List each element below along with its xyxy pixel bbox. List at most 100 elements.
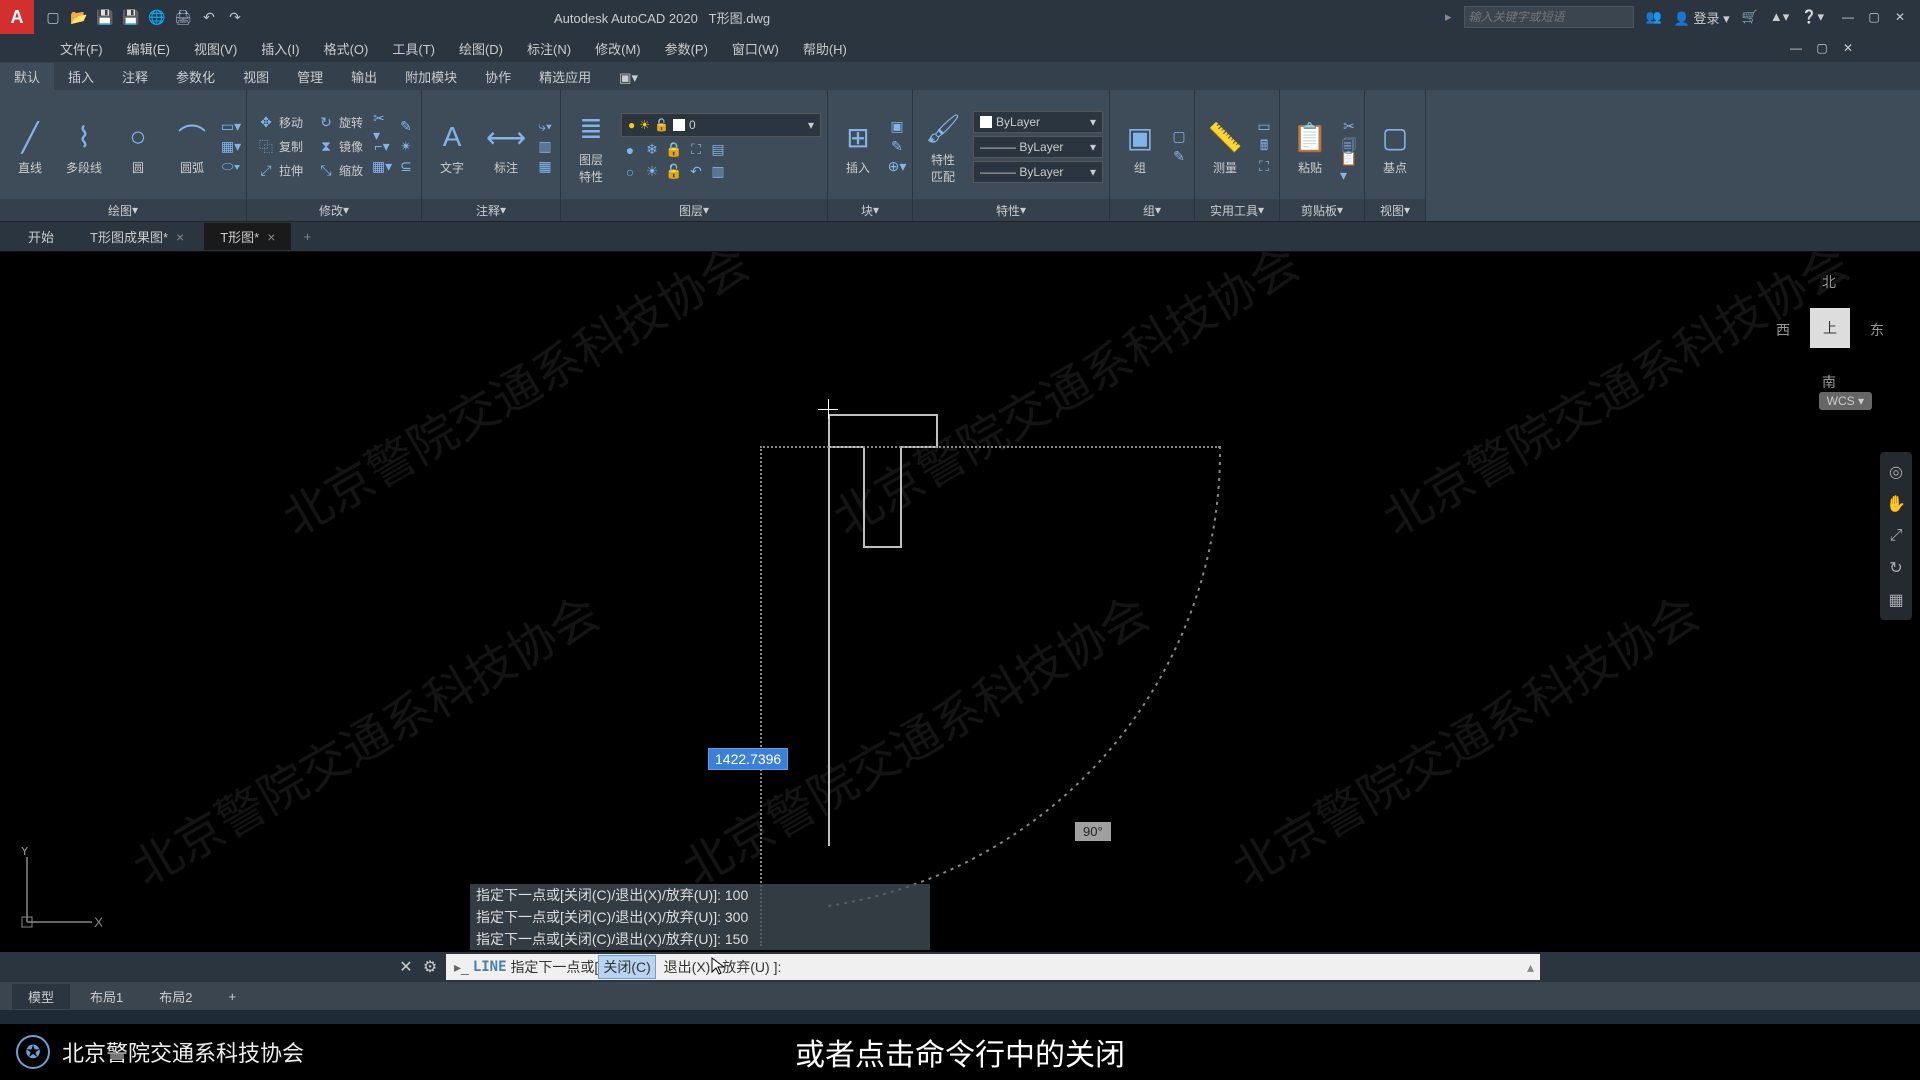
dynamic-input[interactable]: 1422.7396 xyxy=(708,748,788,770)
customize-icon[interactable]: ⚙ xyxy=(420,957,440,977)
create-block-icon[interactable]: ▣ xyxy=(888,118,906,136)
doc-maximize-button[interactable]: ▢ xyxy=(1810,38,1834,58)
minimize-button[interactable]: — xyxy=(1836,7,1860,27)
autodesk-icon[interactable]: ▲▾ xyxy=(1770,9,1789,25)
move-button[interactable]: ✥移动 xyxy=(253,112,307,134)
new-icon[interactable]: ▢ xyxy=(42,6,64,28)
view-cube[interactable]: 北 西 东 南 上 xyxy=(1780,272,1880,392)
insert-button[interactable]: ⊞插入 xyxy=(834,113,882,180)
app-logo[interactable]: A xyxy=(0,0,34,34)
polyline-button[interactable]: ⌇多段线 xyxy=(60,113,108,180)
saveas-icon[interactable]: 💾 xyxy=(120,6,142,28)
ellipse-icon[interactable]: ⬭▾ xyxy=(222,158,240,176)
ribbon-tab-parametric[interactable]: 参数化 xyxy=(162,63,229,90)
ungroup-icon[interactable]: ▢ xyxy=(1170,128,1188,146)
layout-tab-model[interactable]: 模型 xyxy=(12,984,70,1009)
add-layout-button[interactable]: + xyxy=(212,986,252,1007)
steering-wheel-icon[interactable]: ◎ xyxy=(1884,460,1908,484)
cmd-option-undo[interactable]: 放弃(U) xyxy=(718,956,773,978)
color-combo[interactable]: ByLayer▾ xyxy=(973,111,1103,133)
user-icon[interactable]: 👤 登录 ▾ xyxy=(1674,8,1730,27)
ribbon-tab-manage[interactable]: 管理 xyxy=(283,63,337,90)
viewcube-north[interactable]: 北 xyxy=(1822,272,1836,292)
explode-icon[interactable]: ✴ xyxy=(397,138,415,156)
panel-title-clipboard[interactable]: 剪贴板 ▾ xyxy=(1280,199,1364,221)
ribbon-tab-annotate[interactable]: 注释 xyxy=(108,63,162,90)
orbit-icon[interactable]: ↻ xyxy=(1884,556,1908,580)
ribbon-tab-extra[interactable]: ▣▾ xyxy=(605,66,652,90)
menu-insert[interactable]: 插入(I) xyxy=(261,39,299,58)
people-icon[interactable]: 👥 xyxy=(1646,9,1662,25)
menu-parametric[interactable]: 参数(P) xyxy=(665,39,708,58)
edit-block-icon[interactable]: ✎ xyxy=(888,138,906,156)
panel-title-properties[interactable]: 特性 ▾ xyxy=(913,199,1109,221)
trim-icon[interactable]: ✂▾ xyxy=(373,118,391,136)
ribbon-tab-default[interactable]: 默认 xyxy=(0,63,54,90)
layer-walk-icon[interactable]: ▥ xyxy=(709,163,727,181)
add-tab-button[interactable]: + xyxy=(295,225,319,249)
doc-close-button[interactable]: ✕ xyxy=(1836,38,1860,58)
menu-dimension[interactable]: 标注(N) xyxy=(527,39,571,58)
panel-title-group[interactable]: 组 ▾ xyxy=(1110,199,1194,221)
cmd-option-close[interactable]: 关闭(C) xyxy=(598,955,655,979)
menu-tools[interactable]: 工具(T) xyxy=(392,39,435,58)
layer-prev-icon[interactable]: ↶ xyxy=(687,163,705,181)
ribbon-tab-view[interactable]: 视图 xyxy=(229,63,283,90)
viewcube-top[interactable]: 上 xyxy=(1810,308,1850,348)
layer-thaw-icon[interactable]: ☀ xyxy=(643,163,661,181)
layer-iso-icon[interactable]: ▤ xyxy=(709,141,727,159)
command-input[interactable]: ▸_ LINE 指定下一点或[ 关闭(C) 退出(X) 放弃(U) ]: ▴ xyxy=(446,954,1540,980)
erase-icon[interactable]: ✎ xyxy=(397,118,415,136)
ribbon-tab-featured[interactable]: 精选应用 xyxy=(525,63,605,90)
play-icon[interactable]: ▸ xyxy=(1445,9,1452,25)
arc-button[interactable]: ⌒圆弧 xyxy=(168,113,216,180)
close-button[interactable]: ✕ xyxy=(1888,7,1912,27)
undo-icon[interactable]: ↶ xyxy=(198,6,220,28)
viewcube-south[interactable]: 南 xyxy=(1822,372,1836,392)
menu-modify[interactable]: 修改(M) xyxy=(595,39,641,58)
expand-history-icon[interactable]: ▴ xyxy=(1527,959,1534,976)
doc-minimize-button[interactable]: — xyxy=(1784,38,1808,58)
fillet-icon[interactable]: ⌐▾ xyxy=(373,138,391,156)
select-icon[interactable]: ▭ xyxy=(1255,118,1273,136)
layer-lock-icon[interactable]: 🔒 xyxy=(665,141,683,159)
table2-icon[interactable]: ▦ xyxy=(536,158,554,176)
plot-icon[interactable]: 🖨 xyxy=(172,6,194,28)
doc-tab-start[interactable]: 开始 xyxy=(12,223,70,250)
layer-match-icon[interactable]: ⛶ xyxy=(687,141,705,159)
hatch-icon[interactable]: ▦▾ xyxy=(222,138,240,156)
menu-view[interactable]: 视图(V) xyxy=(194,39,237,58)
menu-format[interactable]: 格式(O) xyxy=(324,39,369,58)
circle-button[interactable]: ○圆 xyxy=(114,113,162,180)
ribbon-tab-collaborate[interactable]: 协作 xyxy=(471,63,525,90)
line-button[interactable]: ╱直线 xyxy=(6,113,54,180)
layer-off-icon[interactable]: ● xyxy=(621,141,639,159)
close-icon[interactable]: × xyxy=(267,229,275,245)
group-button[interactable]: ▣组 xyxy=(1116,113,1164,180)
quickselect-icon[interactable]: ⛶ xyxy=(1255,158,1273,176)
leader-icon[interactable]: ⤷▾ xyxy=(536,118,554,136)
showmotion-icon[interactable]: ▦ xyxy=(1884,588,1908,612)
panel-title-block[interactable]: 块 ▾ xyxy=(828,199,912,221)
paste-button[interactable]: 📋粘贴 xyxy=(1286,113,1334,180)
measure-button[interactable]: 📏测量 xyxy=(1201,113,1249,180)
layer-combo[interactable]: ● ☀ 🔓 0 ▾ xyxy=(621,113,821,137)
pan-icon[interactable]: ✋ xyxy=(1884,492,1908,516)
group-edit-icon[interactable]: ✎ xyxy=(1170,148,1188,166)
panel-title-draw[interactable]: 绘图 ▾ xyxy=(0,199,246,221)
maximize-button[interactable]: ▢ xyxy=(1862,7,1886,27)
match-properties-button[interactable]: 🖌特性 匹配 xyxy=(919,105,967,189)
doc-tab-1[interactable]: T形图成果图*× xyxy=(74,223,200,250)
copy-button[interactable]: ⿻复制 xyxy=(253,136,307,158)
layout-tab-1[interactable]: 布局1 xyxy=(74,984,139,1009)
close-icon[interactable]: × xyxy=(176,229,184,245)
menu-draw[interactable]: 绘图(D) xyxy=(459,39,503,58)
zoom-extents-icon[interactable]: ⤢ xyxy=(1884,524,1908,548)
cmd-option-exit[interactable]: 退出(X) xyxy=(660,956,715,978)
wcs-badge[interactable]: WCS ▾ xyxy=(1819,392,1872,410)
save-icon[interactable]: 💾 xyxy=(94,6,116,28)
viewcube-east[interactable]: 东 xyxy=(1870,320,1884,340)
panel-title-layers[interactable]: 图层 ▾ xyxy=(561,199,827,221)
array-icon[interactable]: ▦▾ xyxy=(373,158,391,176)
base-button[interactable]: ▢基点 xyxy=(1371,113,1419,180)
